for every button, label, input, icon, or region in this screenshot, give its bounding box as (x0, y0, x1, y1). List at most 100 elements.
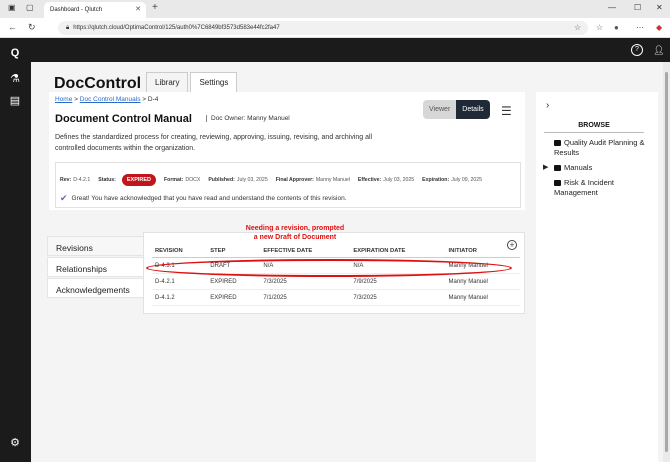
acknowledgement-text: Great! You have acknowledged that you ha… (71, 195, 347, 202)
col-effective-date: EFFECTIVE DATE (260, 245, 351, 258)
close-tab-icon[interactable]: ✕ (135, 5, 141, 13)
rev-value: D-4.2.1 (73, 177, 91, 183)
col-expiration-date: EXPIRATION DATE (350, 245, 446, 258)
document-description: Defines the standardized process for cre… (55, 134, 373, 152)
page-scrollbar[interactable] (663, 62, 670, 462)
tab-settings[interactable]: Settings (190, 72, 238, 92)
format-label: Format: (164, 177, 184, 183)
cell-initiator: Manny Manuel (445, 289, 520, 306)
scrollbar-thumb[interactable] (665, 72, 668, 452)
document-owner: Doc Owner: Manny Manuel (206, 115, 290, 122)
annotation-line-2: a new Draft of Document (253, 234, 337, 241)
expiration-value: July 09, 2025 (451, 177, 483, 183)
table-row[interactable]: D-4.1.2 EXPIRED 7/1/2025 7/3/2025 Manny … (152, 289, 520, 306)
breadcrumb-home[interactable]: Home (55, 96, 72, 103)
cell-effective-date: 7/1/2025 (260, 289, 351, 306)
rev-label: Rev: (60, 177, 72, 183)
app-title: DocControl (54, 75, 142, 92)
chevron-right-icon[interactable]: › (546, 100, 549, 111)
maximize-icon[interactable]: ☐ (634, 3, 641, 12)
folder-risk-incident[interactable]: Risk & Incident Management (554, 178, 636, 198)
url-input[interactable]: 🔒︎ https://qlutch.cloud/OptimaControl/12… (58, 21, 588, 35)
folder-label: Manuals (564, 163, 593, 172)
status-badge: EXPIRED (121, 174, 157, 186)
browser-tab-strip: ▣ ▢ Dashboard - Qlutch ✕ + — ☐ ✕ (0, 0, 670, 18)
folder-icon (554, 180, 561, 187)
revision-metadata: Rev: D-4.2.1 Status: EXPIRED Format: DOCX … (55, 162, 521, 208)
annotation-line-1: Needing a revision, prompted (245, 225, 345, 232)
cell-revision: D-4.2.1 (152, 273, 208, 290)
browse-panel: › BROWSE Quality Audit Planning & Result… (536, 92, 658, 462)
col-initiator: INITIATOR (445, 245, 520, 258)
col-step: STEP (207, 245, 261, 258)
document-details-panel: Home > Doc Control Manuals > D-4 Documen… (49, 92, 525, 210)
extensions-icon[interactable]: ☆ (596, 23, 603, 32)
section-tabs: Revisions Relationships Acknowledgements (47, 236, 145, 299)
more-icon[interactable]: ⋯ (636, 23, 644, 32)
tab-acknowledgements[interactable]: Acknowledgements (47, 278, 145, 298)
copilot-icon[interactable]: ◆ (656, 23, 662, 32)
cell-initiator: Manny Manuel (445, 273, 520, 290)
document-title: Document Control Manual (55, 113, 192, 125)
new-tab-icon[interactable]: + (152, 2, 158, 13)
flask-icon[interactable]: ⚗ (8, 72, 22, 86)
format-value: DOCX (185, 177, 201, 183)
close-window-icon[interactable]: ✕ (656, 3, 663, 12)
breadcrumb: Home > Doc Control Manuals > D-4 (55, 96, 158, 103)
refresh-icon[interactable]: ↻ (28, 22, 36, 33)
gear-icon[interactable]: ⚙ (8, 436, 22, 450)
cell-revision: D-4.1.2 (152, 289, 208, 306)
breadcrumb-manuals[interactable]: Doc Control Manuals (80, 96, 141, 103)
folder-label: Risk & Incident Management (554, 178, 615, 197)
cell-step: EXPIRED (207, 289, 261, 306)
effective-value: July 03, 2025 (383, 177, 415, 183)
published-value: July 03, 2025 (236, 177, 268, 183)
browser-tab[interactable]: Dashboard - Qlutch ✕ (44, 2, 146, 18)
acknowledgement-message: ✔ Great! You have acknowledged that you … (60, 193, 347, 204)
folder-label: Quality Audit Planning & Results (554, 138, 645, 157)
profile-icon[interactable]: ● (614, 23, 619, 32)
viewer-button[interactable]: Viewer (423, 100, 457, 119)
effective-label: Effective: (357, 177, 382, 183)
folder-manuals[interactable]: ▶ Manuals (543, 163, 650, 173)
annotation-ellipse (146, 259, 512, 277)
user-icon[interactable]: 👤︎ (653, 44, 665, 56)
folder-quality-audit[interactable]: Quality Audit Planning & Results (554, 138, 650, 158)
hamburger-menu-icon[interactable]: ☰ (501, 104, 512, 118)
url-text: https://qlutch.cloud/OptimaControl/125/a… (73, 25, 280, 31)
expiration-label: Expiration: (422, 177, 450, 183)
browse-title: BROWSE (544, 122, 644, 133)
app-tabs: Library Settings (146, 72, 239, 92)
breadcrumb-separator: > (142, 96, 147, 103)
app-logo-icon[interactable]: Q (8, 46, 22, 60)
status-label: Status: (98, 177, 116, 183)
check-icon: ✔ (60, 193, 68, 203)
browser-profile-icon[interactable]: ▣ (8, 3, 16, 12)
tab-actions-icon[interactable]: ▢ (26, 3, 34, 12)
document-icon[interactable]: ▤ (8, 94, 22, 108)
minimize-icon[interactable]: — (608, 3, 616, 12)
lock-icon: 🔒︎ (66, 24, 70, 31)
caret-right-icon[interactable]: ▶ (543, 163, 548, 173)
app-sidebar: Q ⚗ ▤ ⚙ (0, 38, 31, 462)
col-revision: REVISION (152, 245, 208, 258)
folder-icon (554, 165, 561, 172)
favorite-icon[interactable]: ☆ (574, 23, 581, 32)
help-icon[interactable]: ? (631, 44, 643, 56)
browser-tab-title: Dashboard - Qlutch (50, 7, 103, 13)
table-header-row: REVISION STEP EFFECTIVE DATE EXPIRATION … (152, 245, 520, 258)
tab-relationships[interactable]: Relationships (47, 257, 145, 277)
annotation-note: Needing a revision, prompted a new Draft… (240, 224, 350, 242)
address-bar-row: ← ↻ 🔒︎ https://qlutch.cloud/OptimaContro… (0, 18, 670, 38)
app-topbar: ? 👤︎ (31, 38, 670, 62)
back-icon[interactable]: ← (8, 22, 17, 32)
tab-revisions[interactable]: Revisions (47, 236, 145, 256)
published-label: Published: (208, 177, 235, 183)
details-button[interactable]: Details (456, 100, 490, 119)
tab-library[interactable]: Library (146, 72, 189, 92)
folder-icon (554, 140, 561, 147)
final-approver-value: Manny Manuel (315, 177, 350, 183)
breadcrumb-separator: > (74, 96, 78, 103)
breadcrumb-current: D-4 (147, 96, 159, 103)
cell-expiration-date: 7/3/2025 (350, 289, 446, 306)
